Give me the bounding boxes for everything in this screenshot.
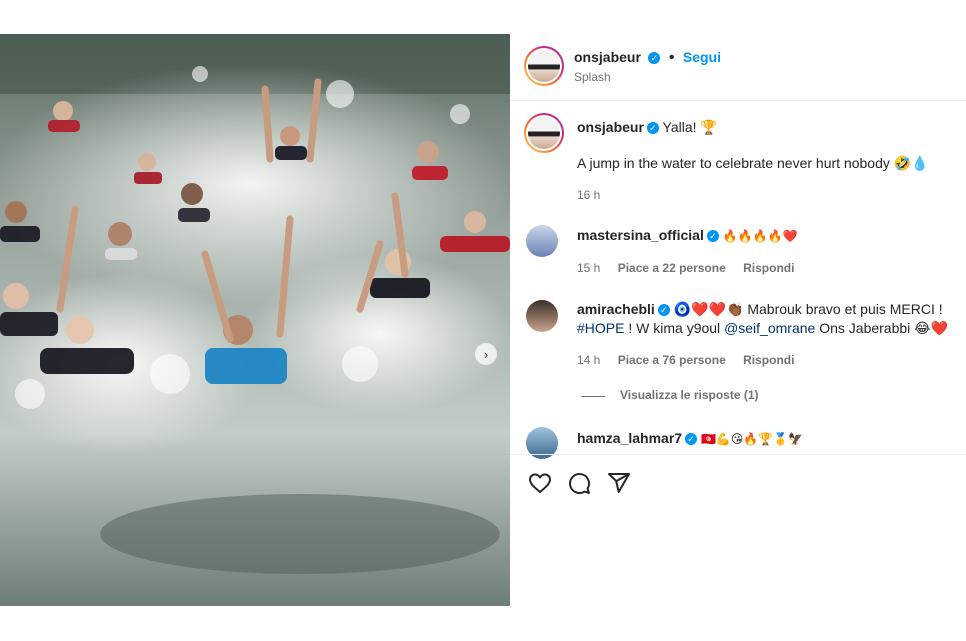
comment-text: 🔥🔥🔥🔥❤️ [722,229,798,243]
comment-avatar[interactable] [526,225,558,257]
comment-meta: 15 h Piace a 22 persone Rispondi [577,261,808,275]
post-media[interactable]: › [0,34,510,606]
comment-text: Ons Jaberabbi 😂❤️ [815,320,948,336]
next-slide-button[interactable]: › [475,343,497,365]
comment-avatar[interactable] [526,300,558,332]
comments-list[interactable]: onsjabeur ✓ Yalla! 🏆 A jump in the water … [510,101,966,475]
comment-username[interactable]: amirachebli [577,301,655,317]
comment-icon[interactable] [567,471,591,495]
post-image [0,34,510,606]
caption-username[interactable]: onsjabeur [577,119,644,135]
share-icon[interactable] [607,471,631,495]
reply-button[interactable]: Rispondi [743,261,794,275]
comment-text-line2: #HOPE ! W kima y9oul @seif_omrane Ons Ja… [577,319,948,338]
reply-button[interactable]: Rispondi [743,353,794,367]
audio-label[interactable]: Splash [574,70,611,84]
comment-username[interactable]: hamza_lahmar7 [577,430,682,446]
comment-row: amirachebli ✓ 🧿❤️❤️👏🏾 Mabrouk bravo et pu… [577,300,943,319]
comment-meta: 14 h Piace a 76 persone Rispondi [577,353,808,367]
author-username[interactable]: onsjabeur [574,49,641,65]
post-side-panel: onsjabeur ✓ • Segui Splash onsjabeur ✓ Ya… [510,34,966,606]
hashtag-link[interactable]: #HOPE [577,320,624,336]
verified-icon: ✓ [657,304,670,317]
caption-time[interactable]: 16 h [577,188,600,202]
comment-row: mastersina_official ✓ 🔥🔥🔥🔥❤️ [577,226,797,246]
caption-body: A jump in the water to celebrate never h… [577,155,929,171]
comment-likes[interactable]: Piace a 76 persone [618,353,726,367]
mention-link[interactable]: @seif_omrane [724,320,815,336]
verified-icon: ✓ [646,122,659,135]
header-title-row: onsjabeur ✓ • Segui [574,49,721,67]
action-bar [510,454,966,607]
dot-separator: • [668,49,675,66]
chevron-right-icon: › [483,346,489,362]
caption-avatar[interactable] [524,113,564,153]
comment-text: 🇹🇳💪😘🔥🏆🥇🦅 [700,432,804,446]
verified-icon: ✓ [706,230,719,243]
comment-row: hamza_lahmar7 ✓ 🇹🇳💪😘🔥🏆🥇🦅 [577,429,803,449]
comment-time[interactable]: 14 h [577,353,600,367]
follow-button[interactable]: Segui [683,49,721,65]
view-replies-button[interactable]: Visualizza le risposte (1) [620,388,759,402]
verified-icon: ✓ [648,51,661,64]
replies-divider [581,396,605,397]
caption-title: Yalla! 🏆 [662,119,718,135]
caption: onsjabeur ✓ Yalla! 🏆 [577,118,718,137]
comment-likes[interactable]: Piace a 22 persone [618,261,726,275]
post-header: onsjabeur ✓ • Segui Splash [510,34,966,101]
comment-username[interactable]: mastersina_official [577,227,704,243]
verified-icon: ✓ [685,433,698,446]
heart-icon[interactable] [528,471,552,495]
comment-text: ! W kima y9oul [624,320,725,336]
comment-text: 🧿❤️❤️👏🏾 Mabrouk bravo et puis MERCI ! [673,301,943,317]
author-avatar[interactable] [524,46,564,86]
comment-time[interactable]: 15 h [577,261,600,275]
